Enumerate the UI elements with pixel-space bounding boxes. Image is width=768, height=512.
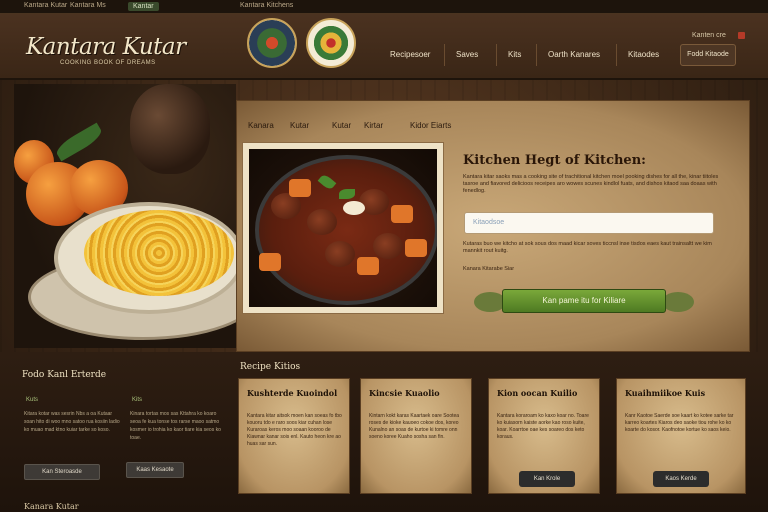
squash-graphic [405,239,427,257]
column-button[interactable]: Kan Steroasde [24,464,100,480]
recipe-photo-frame [242,142,444,314]
leaf-graphic [53,122,105,162]
site-logo-tagline: COOKING BOOK OF DREAMS [60,60,156,66]
squash-graphic [357,257,379,275]
nav-divider [616,44,617,66]
meat-graphic [373,233,403,259]
stew-bowl-graphic [255,155,437,305]
tab-2[interactable]: Kutar [290,121,309,130]
column-text: Kitara kotar was sesrin Nbs a oa Kutaar … [24,411,120,433]
card-button[interactable]: Kaos Kerde [653,471,709,487]
utility-link-2[interactable]: Kantara Ms [70,2,106,9]
utility-link-1[interactable]: Kantara Kutar [24,2,67,9]
nav-item-saves[interactable]: Saves [456,50,478,59]
hero-food-photo [14,84,236,348]
card-title: Kushterde Kuoindol [247,388,338,398]
card-title: Kion oocan Kuilio [497,388,578,398]
footer-text: Kanara Kutar [24,502,79,511]
card-button[interactable]: Kan Krole [519,471,575,487]
tab-4[interactable]: Kirtar [364,121,383,130]
nav-item-recipes[interactable]: Recipesoer [390,50,430,59]
cta-group: Kan pame itu for Kiliare [474,286,694,316]
column-label: Kuts [26,397,39,403]
recipe-card[interactable]: Kion oocan Kuilio Kantara koraroam ko ka… [488,378,600,494]
stew-photo [249,149,437,307]
account-link[interactable]: Kanten cre [692,32,726,39]
heritage-emblem-icon [247,18,297,68]
column-label: Kits [132,397,143,403]
cream-graphic [343,201,365,215]
squash-graphic [391,205,413,223]
nav-item-kitchen[interactable]: Kitaodes [628,50,659,59]
recipe-card[interactable]: Kushterde Kuoindol Kantara kitar aitsok … [238,378,350,494]
card-body: Kantara kitar aitsok moen kan soeas fo t… [247,413,342,447]
nav-divider [496,44,497,66]
recipe-tabs: Kanara Kutar Kutar Kirtar Kidor Eiarts [236,114,750,138]
cards-section-title: Recipe Kitios [240,362,301,372]
column-button[interactable]: Kaas Kesaote [126,462,184,478]
recipe-meta: Kanara Kitarabe Siar [463,266,515,272]
recipe-description: Kantara kitar saoks mas a cooking site o… [463,174,719,194]
column-text: Kinara tortas mos sas Kttahra ko koaro s… [130,411,221,441]
recipe-note: Kutaras buo we kitcho at sok sous dos ma… [463,241,712,254]
tab-5[interactable]: Kidor Eiarts [410,121,451,130]
notification-icon[interactable] [738,32,745,39]
site-logo-title[interactable]: Kantara Kutar [26,34,186,60]
recipe-title: Kitchen Hegt of Kitchen: [463,153,646,168]
cta-button[interactable]: Kan pame itu for Kiliare [502,289,666,313]
header-action-button[interactable]: Fodd Kitaode [680,44,736,66]
card-title: Kuaihmiikoe Kuis [625,388,706,398]
bottom-section-title: Fodo Kanl Erterde [22,370,107,380]
card-body: Kanr Kaotoe Saerde soe kaart ko kotee sa… [625,413,734,433]
card-body: Kantara koraroam ko kaxo koar no. Toare … [497,413,589,440]
utility-center-link[interactable]: Kantara Kitchens [240,2,293,9]
nav-item-kits[interactable]: Kits [508,50,521,59]
recipe-card[interactable]: Kuaihmiikoe Kuis Kanr Kaotoe Saerde soe … [616,378,746,494]
leaf-right-icon [662,292,694,312]
recipe-card[interactable]: Kincsie Kuaolio Kintarn kokt karas Kaart… [360,378,472,494]
utility-link-3[interactable]: Kantar [128,2,159,11]
nav-item-north[interactable]: Oarth Kanares [548,50,600,59]
recipe-search-input[interactable]: Kitaodsoe [464,212,714,234]
nav-divider [536,44,537,66]
pasta-graphic [84,210,234,296]
meat-graphic [307,209,337,235]
nav-divider [444,44,445,66]
card-body: Kintarn kokt karas Kaartaek oare Sootea … [369,413,460,440]
site-header: Kantara Kutar COOKING BOOK OF DREAMS Kan… [0,14,768,80]
herb-graphic [339,189,355,199]
tab-3[interactable]: Kutar [332,121,351,130]
squash-graphic [289,179,311,197]
quality-seal-icon [306,18,356,68]
tab-1[interactable]: Kanara [248,121,274,130]
squash-graphic [259,253,281,271]
clay-jar-graphic [130,84,210,174]
utility-bar: Kantara Kutar Kantara Ms Kantar Kantara … [0,0,768,14]
meat-graphic [325,241,355,267]
card-title: Kincsie Kuaolio [369,388,440,398]
